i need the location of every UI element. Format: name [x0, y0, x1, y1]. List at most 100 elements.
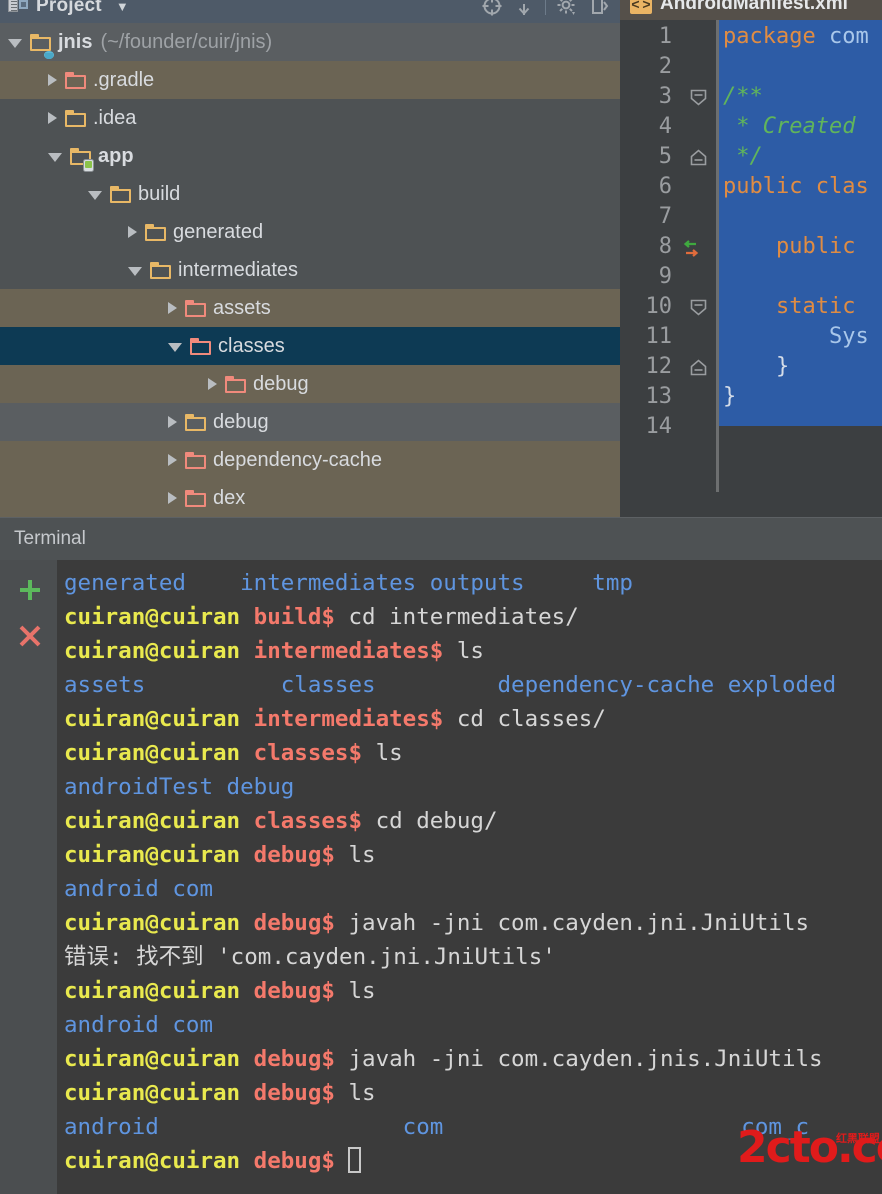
code-line: public — [723, 234, 855, 259]
folder-android-module-icon — [70, 148, 92, 165]
project-panel-header[interactable]: Project ▼ — [0, 0, 620, 23]
terminal-text: debug$ — [254, 1046, 349, 1072]
folder-icon — [65, 72, 87, 89]
line-number: 4 — [620, 114, 716, 139]
code-line: */ — [723, 144, 763, 169]
terminal-text: cd classes/ — [457, 706, 606, 732]
terminal-text: ls — [348, 978, 375, 1004]
tree-row-label: generated — [173, 221, 263, 244]
terminal-text: classes$ — [254, 808, 376, 834]
editor-gutter[interactable]: 1234567891011121314 — [620, 20, 716, 492]
code-line: public clas — [723, 174, 869, 199]
chevron-right-icon[interactable] — [128, 226, 137, 238]
terminal-title: Terminal — [14, 528, 86, 550]
settings-gear-icon[interactable] — [556, 0, 578, 17]
tree-row-debug[interactable]: debug — [0, 403, 620, 441]
tree-row-dependency-cache[interactable]: dependency-cache — [0, 441, 620, 479]
editor-tab-label: AndroidManifest.xml — [660, 0, 848, 15]
watermark-sub: 红黑联盟 — [836, 1130, 880, 1146]
terminal-text: javah -jni com.cayden.jnis.JniUtils — [348, 1046, 822, 1072]
terminal-text: cuiran@cuiran — [64, 638, 254, 664]
tree-row-label: build — [138, 183, 180, 206]
terminal-text: build$ — [254, 604, 349, 630]
tree-row--idea[interactable]: .idea — [0, 99, 620, 137]
code-token: package — [723, 24, 816, 49]
fold-collapse-start-icon[interactable] — [690, 299, 707, 316]
tree-row-app[interactable]: app — [0, 137, 620, 175]
terminal-line: android com — [64, 1008, 213, 1042]
watermark-text: 2cto — [737, 1122, 837, 1173]
fold-collapse-end-icon[interactable] — [690, 359, 707, 376]
line-number: 11 — [620, 324, 716, 349]
chevron-right-icon[interactable] — [48, 112, 57, 124]
line-number: 13 — [620, 384, 716, 409]
target-icon[interactable] — [481, 0, 503, 17]
tree-row-debug[interactable]: debug — [0, 365, 620, 403]
folder-icon — [110, 186, 132, 203]
code-token: public — [723, 234, 855, 259]
code-text-area[interactable]: package com/** * Created */public clas p… — [719, 20, 882, 426]
chevron-down-icon[interactable] — [168, 343, 182, 352]
close-session-button[interactable] — [16, 622, 44, 650]
terminal-line: generated intermediates outputs tmp — [64, 566, 633, 600]
terminal-text: intermediates$ — [254, 638, 457, 664]
terminal-tool-window-header[interactable]: Terminal — [0, 517, 882, 560]
chevron-right-icon[interactable] — [48, 74, 57, 86]
terminal-text: android com — [64, 1012, 213, 1038]
toolbar-divider — [545, 0, 546, 15]
tree-row-classes[interactable]: classes — [0, 327, 620, 365]
collapse-all-icon[interactable] — [513, 0, 535, 17]
tree-row-label: debug — [253, 373, 309, 396]
line-number: 6 — [620, 174, 716, 199]
tree-row-assets[interactable]: assets — [0, 289, 620, 327]
chevron-right-icon[interactable] — [168, 302, 177, 314]
tree-row-dex[interactable]: dex — [0, 479, 620, 517]
terminal-output[interactable]: generated intermediates outputs tmp cuira… — [57, 560, 882, 1194]
terminal-line: cuiran@cuiran debug$ javah -jni com.cayd… — [64, 906, 809, 940]
folder-icon — [185, 300, 207, 317]
tree-row-intermediates[interactable]: intermediates — [0, 251, 620, 289]
chevron-right-icon[interactable] — [168, 492, 177, 504]
terminal-text: cuiran@cuiran — [64, 1046, 254, 1072]
folder-icon — [185, 452, 207, 469]
tree-row--gradle[interactable]: .gradle — [0, 61, 620, 99]
tree-row-label: assets — [213, 297, 271, 320]
code-token: public clas — [723, 174, 869, 199]
terminal-text: android com — [64, 876, 213, 902]
terminal-side-toolbar — [0, 560, 57, 1194]
tree-row-jnis[interactable]: jnis(~/founder/cuir/jnis) — [0, 23, 620, 61]
chevron-down-icon[interactable] — [8, 39, 22, 48]
chevron-down-icon[interactable] — [48, 153, 62, 162]
tree-row-label: .gradle — [93, 69, 154, 92]
terminal-text: classes$ — [254, 740, 376, 766]
code-line: package com — [723, 24, 869, 49]
terminal-text: debug$ — [254, 1080, 349, 1106]
terminal-line: cuiran@cuiran debug$ ls — [64, 1076, 376, 1110]
terminal-text: assets classes dependency-cache exploded — [64, 672, 836, 698]
terminal-line: cuiran@cuiran debug$ javah -jni com.cayd… — [64, 1042, 823, 1076]
hide-panel-icon[interactable] — [588, 0, 610, 17]
chevron-right-icon[interactable] — [168, 416, 177, 428]
chevron-down-icon[interactable] — [88, 191, 102, 200]
project-view-icon — [8, 0, 30, 15]
terminal-line: cuiran@cuiran intermediates$ ls — [64, 634, 484, 668]
code-token: } — [723, 384, 736, 409]
tree-row-label: classes — [218, 335, 285, 358]
tree-row-build[interactable]: build — [0, 175, 620, 213]
chevron-right-icon[interactable] — [168, 454, 177, 466]
fold-collapse-end-icon[interactable] — [690, 149, 707, 166]
watermark-logo: 2cto.com 红黑联盟 — [737, 1126, 882, 1178]
terminal-text: cuiran@cuiran — [64, 1080, 254, 1106]
fold-collapse-start-icon[interactable] — [690, 89, 707, 106]
chevron-down-icon[interactable] — [128, 267, 142, 276]
terminal-text: cuiran@cuiran — [64, 740, 254, 766]
code-token: /** — [723, 84, 763, 109]
new-session-button[interactable] — [16, 576, 44, 604]
tree-row-generated[interactable]: generated — [0, 213, 620, 251]
override-arrows-icon[interactable] — [682, 239, 699, 256]
chevron-down-icon[interactable]: ▼ — [116, 0, 129, 14]
chevron-right-icon[interactable] — [208, 378, 217, 390]
tree-row-label: jnis — [58, 31, 92, 54]
editor-tab-androidmanifest[interactable]: < > AndroidManifest.xml — [620, 0, 882, 20]
project-tree[interactable]: jnis(~/founder/cuir/jnis) .gradle .ideaapp… — [0, 23, 620, 517]
